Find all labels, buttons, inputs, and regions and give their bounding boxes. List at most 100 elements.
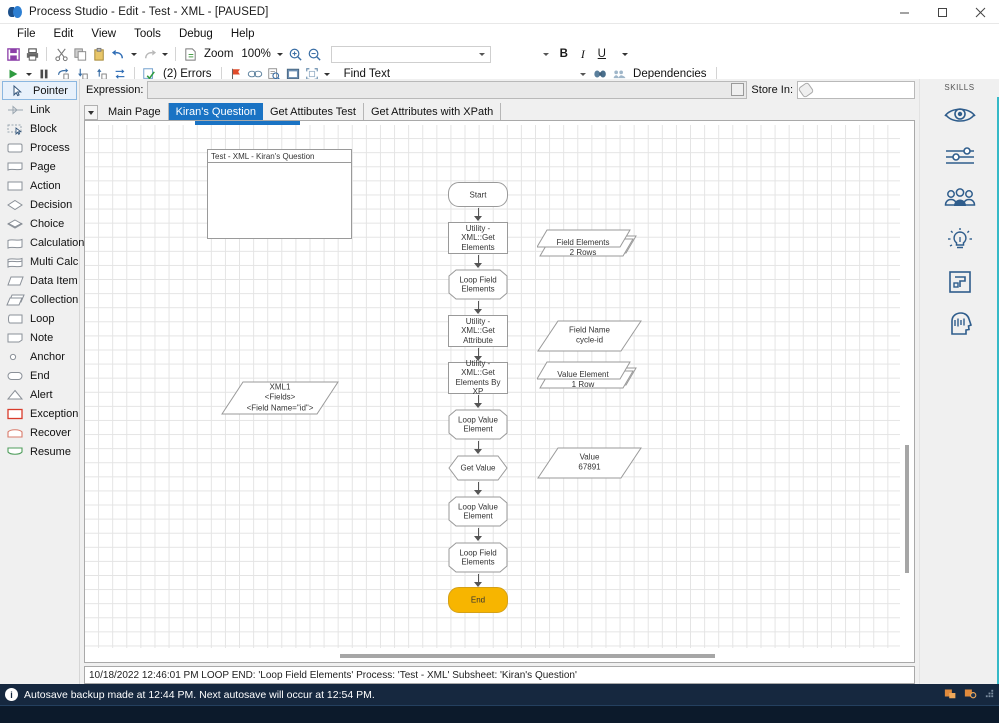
canvas-vertical-scrollbar[interactable] <box>900 125 914 648</box>
font-family-select[interactable] <box>331 46 491 63</box>
node-get-elements-by-xpath[interactable]: Utility - XML::Get Elements By XP <box>448 362 508 394</box>
palette-item-alert[interactable]: Alert <box>0 385 79 404</box>
palette-item-decision[interactable]: Decision <box>0 195 79 214</box>
calculator-icon[interactable] <box>731 83 744 96</box>
menu-help[interactable]: Help <box>222 24 264 44</box>
palette-item-calculation[interactable]: Calculation <box>0 233 79 252</box>
palette-label: Loop <box>30 313 54 325</box>
planning-icon[interactable] <box>920 136 999 176</box>
palette-item-page[interactable]: Page <box>0 157 79 176</box>
copy-page-icon[interactable] <box>181 45 199 63</box>
node-loop-value-element-start[interactable]: Loop Value Element <box>448 409 508 440</box>
node-loop-value-element-end[interactable]: Loop Value Element <box>448 496 508 527</box>
node-get-attribute[interactable]: Utility - XML::Get Attribute <box>448 315 508 347</box>
tab-main-page[interactable]: Main Page <box>101 103 169 120</box>
palette-item-anchor[interactable]: Anchor <box>0 347 79 366</box>
palette-item-choice[interactable]: Choice <box>0 214 79 233</box>
copy-icon[interactable] <box>71 45 89 63</box>
palette-label: Exception <box>30 408 78 420</box>
print-icon[interactable] <box>23 45 41 63</box>
chevron-down-icon[interactable] <box>84 105 98 120</box>
expression-input[interactable] <box>147 81 747 99</box>
data-item-xml1[interactable]: XML1 <Fields> <Field Name="id"> <box>221 381 339 415</box>
connector-arrow <box>474 301 483 315</box>
subsheet-frame[interactable]: Test - XML - Kiran's Question <box>207 149 352 239</box>
execution-log[interactable]: 10/18/2022 12:46:01 PM LOOP END: 'Loop F… <box>84 666 915 684</box>
zoom-dropdown-icon[interactable] <box>275 46 286 62</box>
chevron-down-icon[interactable] <box>477 46 488 62</box>
underline-button[interactable]: U <box>593 45 611 63</box>
collaboration-icon[interactable] <box>920 178 999 218</box>
node-get-elements[interactable]: Utility - XML::Get Elements <box>448 222 508 254</box>
save-icon[interactable] <box>4 45 22 63</box>
palette-item-data-item[interactable]: Data Item <box>0 271 79 290</box>
chevron-down-icon[interactable] <box>541 46 552 62</box>
node-loop-field-elements-start[interactable]: Loop Field Elements <box>448 269 508 300</box>
palette-item-collection[interactable]: Collection <box>0 290 79 309</box>
menu-debug[interactable]: Debug <box>170 24 222 44</box>
cut-icon[interactable] <box>52 45 70 63</box>
status-bar-right <box>944 686 995 703</box>
zoom-label: Zoom <box>200 48 237 60</box>
palette-item-recover[interactable]: Recover <box>0 423 79 442</box>
menu-view[interactable]: View <box>82 24 125 44</box>
node-end[interactable]: End <box>448 587 508 613</box>
collection-value-element[interactable]: Value Element 1 Row <box>537 361 637 391</box>
tab-get-attibutes-test[interactable]: Get Attibutes Test <box>263 103 364 120</box>
minimize-button[interactable] <box>885 0 923 24</box>
knowledge-icon[interactable] <box>920 304 999 344</box>
palette-item-block[interactable]: Block <box>0 119 79 138</box>
process-canvas[interactable]: Test - XML - Kiran's Question XML1 <Fiel… <box>84 120 915 663</box>
node-loop-field-elements-end[interactable]: Loop Field Elements <box>448 542 508 573</box>
node-get-value[interactable]: Get Value <box>448 455 508 481</box>
recover-icon <box>6 426 26 440</box>
palette-item-process[interactable]: Process <box>0 138 79 157</box>
italic-button[interactable]: I <box>574 45 592 63</box>
connector-arrow <box>474 528 483 542</box>
learning-icon[interactable] <box>920 220 999 260</box>
tab-get-attributes-with-xpath[interactable]: Get Attributes with XPath <box>364 103 501 120</box>
data-item-field-name[interactable]: Field Name cycle-id <box>537 320 642 352</box>
palette-item-resume[interactable]: Resume <box>0 442 79 461</box>
maximize-button[interactable] <box>923 0 961 24</box>
paste-icon[interactable] <box>90 45 108 63</box>
collection-field-elements[interactable]: Field Elements 2 Rows <box>537 229 637 259</box>
palette-item-link[interactable]: Link <box>0 100 79 119</box>
session-icon[interactable] <box>964 686 978 703</box>
data-item-value[interactable]: Value 67891 <box>537 447 642 479</box>
palette-item-end[interactable]: End <box>0 366 79 385</box>
redo-icon[interactable] <box>140 45 158 63</box>
connection-icon[interactable] <box>944 686 958 703</box>
vision-icon[interactable] <box>920 94 999 134</box>
palette-item-note[interactable]: Note <box>0 328 79 347</box>
redo-dropdown-icon[interactable] <box>159 46 170 62</box>
undo-icon[interactable] <box>109 45 127 63</box>
store-in-input[interactable] <box>797 81 915 99</box>
bold-button[interactable]: B <box>555 45 573 63</box>
tab-kirans-question[interactable]: Kiran's Question <box>169 103 263 120</box>
font-size-select[interactable] <box>492 46 554 63</box>
node-label: Loop Field Elements <box>448 275 508 294</box>
palette-item-pointer[interactable]: Pointer <box>2 81 77 100</box>
zoom-in-icon[interactable] <box>287 45 305 63</box>
zoom-value[interactable]: 100% <box>238 48 273 60</box>
alert-icon <box>6 388 26 402</box>
resize-grip-icon[interactable] <box>984 688 995 702</box>
node-start[interactable]: Start <box>448 182 508 207</box>
toolbar-separator <box>175 47 176 61</box>
problem-solving-icon[interactable] <box>920 262 999 302</box>
palette-item-action[interactable]: Action <box>0 176 79 195</box>
process-icon <box>6 141 26 155</box>
node-label: Start <box>449 190 507 199</box>
menu-file[interactable]: File <box>8 24 45 44</box>
menu-tools[interactable]: Tools <box>125 24 170 44</box>
palette-item-exception[interactable]: Exception <box>0 404 79 423</box>
close-button[interactable] <box>961 0 999 24</box>
menu-edit[interactable]: Edit <box>45 24 83 44</box>
canvas-horizontal-scrollbar[interactable] <box>85 648 914 662</box>
undo-dropdown-icon[interactable] <box>128 46 139 62</box>
font-overflow-dropdown-icon[interactable] <box>620 46 631 62</box>
palette-item-multi-calc[interactable]: Multi Calc <box>0 252 79 271</box>
zoom-out-icon[interactable] <box>306 45 324 63</box>
palette-item-loop[interactable]: Loop <box>0 309 79 328</box>
